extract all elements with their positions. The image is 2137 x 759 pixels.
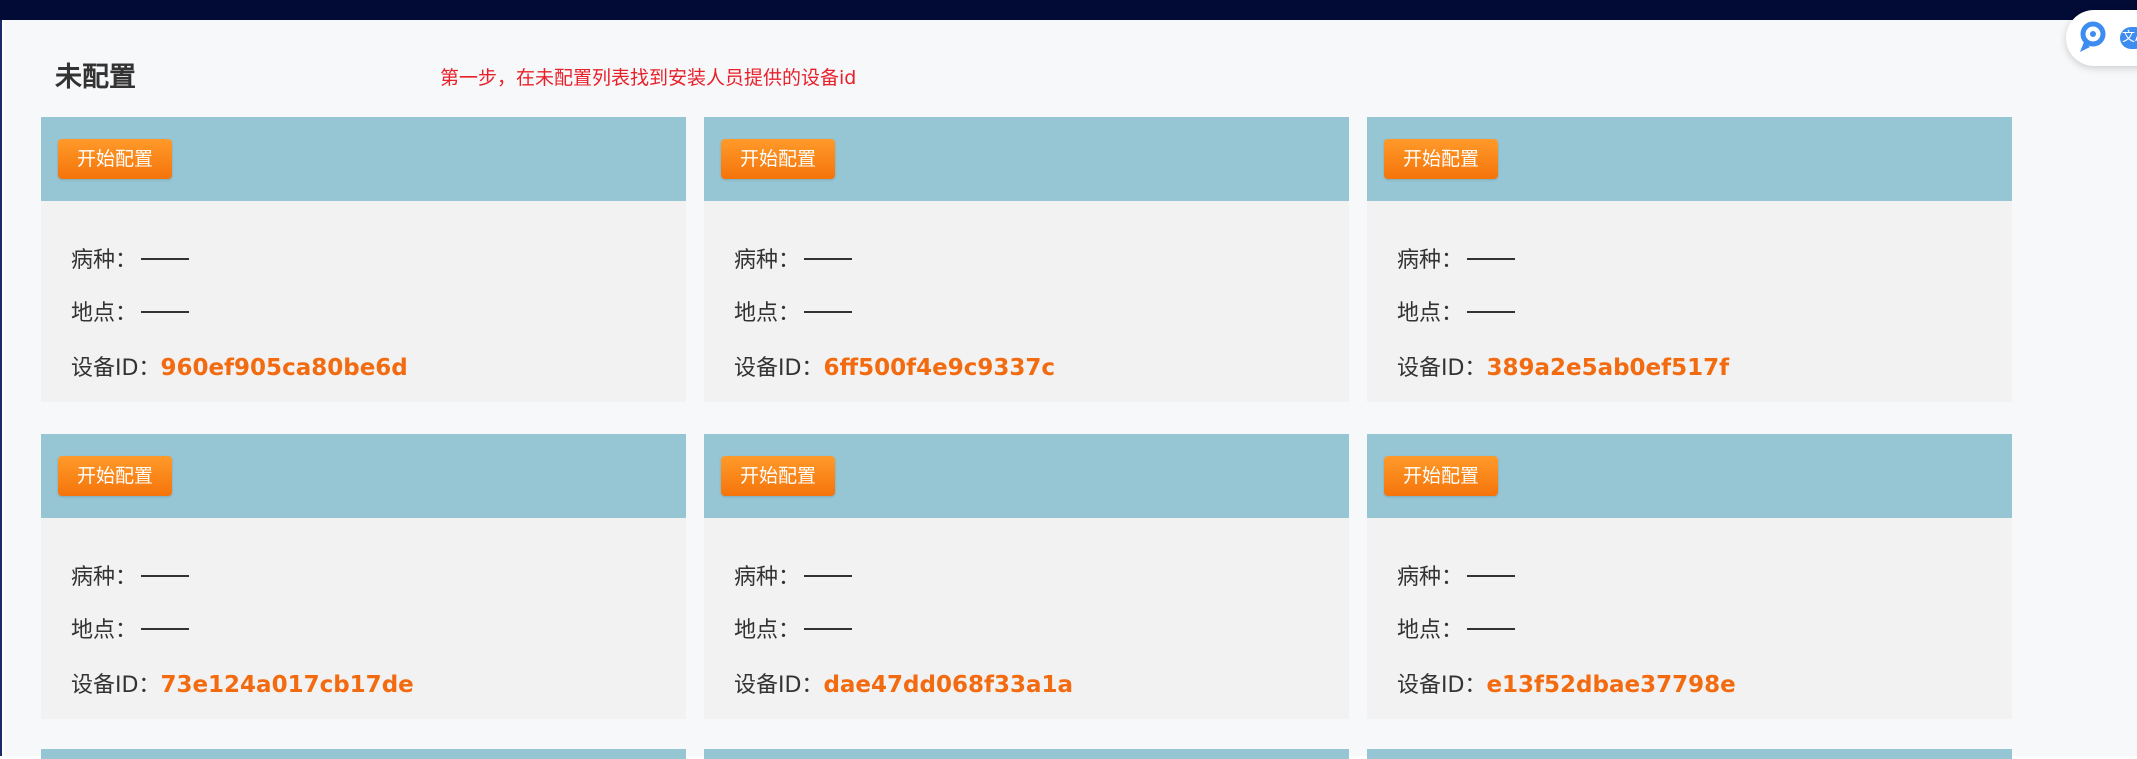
device-id-value: 960ef905ca80be6d <box>160 355 408 381</box>
next-card-header <box>41 749 686 759</box>
empty-value-dash <box>141 311 190 313</box>
empty-value-dash <box>1467 575 1516 577</box>
empty-value-dash <box>804 311 853 313</box>
disease-label: 病种： <box>71 565 138 590</box>
device-id-label: 设备ID： <box>71 673 161 698</box>
empty-value-dash <box>141 575 190 577</box>
disease-label: 病种： <box>71 248 138 273</box>
device-card: 开始配置 病种： 地点： 设备ID：6ff500f4e9c9337c <box>704 117 1349 402</box>
top-bar <box>0 0 2137 20</box>
empty-value-dash <box>804 575 853 577</box>
start-config-button[interactable]: 开始配置 <box>1384 456 1498 496</box>
device-id-value: e13f52dbae37798e <box>1486 672 1736 698</box>
disease-label: 病种： <box>734 565 801 590</box>
card-header: 开始配置 <box>1367 117 2012 201</box>
location-label: 地点： <box>1397 618 1464 643</box>
next-card-header <box>704 749 1349 759</box>
disease-label: 病种： <box>734 248 801 273</box>
empty-value-dash <box>804 628 853 630</box>
device-id-row: 设备ID：960ef905ca80be6d <box>71 354 408 383</box>
device-card: 开始配置 病种： 地点： 设备ID：dae47dd068f33a1a <box>704 434 1349 719</box>
empty-value-dash <box>1467 258 1516 260</box>
location-label: 地点： <box>1397 301 1464 326</box>
device-id-row: 设备ID：389a2e5ab0ef517f <box>1397 354 1729 383</box>
card-header: 开始配置 <box>704 434 1349 518</box>
left-border <box>0 20 2 756</box>
empty-value-dash <box>141 628 190 630</box>
disease-row: 病种： <box>734 247 853 275</box>
card-header: 开始配置 <box>1367 434 2012 518</box>
disease-row: 病种： <box>1397 247 1516 275</box>
start-config-button[interactable]: 开始配置 <box>721 456 835 496</box>
translate-icon[interactable]: 文A <box>2120 27 2137 49</box>
next-card-header <box>1367 749 2012 759</box>
device-id-label: 设备ID： <box>1397 356 1487 381</box>
location-row: 地点： <box>734 300 853 328</box>
device-card: 开始配置 病种： 地点： 设备ID：73e124a017cb17de <box>41 434 686 719</box>
location-row: 地点： <box>1397 617 1516 645</box>
empty-value-dash <box>1467 311 1516 313</box>
start-config-button[interactable]: 开始配置 <box>721 139 835 179</box>
device-id-row: 设备ID：e13f52dbae37798e <box>1397 671 1736 700</box>
floating-assistant-widget[interactable]: 文A <box>2066 10 2137 66</box>
disease-row: 病种： <box>71 564 190 592</box>
device-id-label: 设备ID： <box>71 356 161 381</box>
device-card: 开始配置 病种： 地点： 设备ID：e13f52dbae37798e <box>1367 434 2012 719</box>
device-id-value: 73e124a017cb17de <box>160 672 414 698</box>
disease-label: 病种： <box>1397 565 1464 590</box>
device-id-row: 设备ID：6ff500f4e9c9337c <box>734 354 1055 383</box>
disease-row: 病种： <box>1397 564 1516 592</box>
device-id-row: 设备ID：dae47dd068f33a1a <box>734 671 1073 700</box>
device-card: 开始配置 病种： 地点： 设备ID：389a2e5ab0ef517f <box>1367 117 2012 402</box>
location-row: 地点： <box>1397 300 1516 328</box>
empty-value-dash <box>1467 628 1516 630</box>
start-config-button[interactable]: 开始配置 <box>1384 139 1498 179</box>
device-id-label: 设备ID： <box>1397 673 1487 698</box>
device-id-label: 设备ID： <box>734 356 824 381</box>
device-id-label: 设备ID： <box>734 673 824 698</box>
disease-row: 病种： <box>71 247 190 275</box>
empty-value-dash <box>804 258 853 260</box>
start-config-button[interactable]: 开始配置 <box>58 139 172 179</box>
location-label: 地点： <box>71 301 138 326</box>
location-label: 地点： <box>71 618 138 643</box>
device-id-value: 6ff500f4e9c9337c <box>823 355 1055 381</box>
card-header: 开始配置 <box>41 434 686 518</box>
location-label: 地点： <box>734 618 801 643</box>
step-hint: 第一步，在未配置列表找到安装人员提供的设备id <box>440 67 857 89</box>
location-row: 地点： <box>734 617 853 645</box>
location-row: 地点： <box>71 617 190 645</box>
device-id-value: dae47dd068f33a1a <box>823 672 1074 698</box>
section-title: 未配置 <box>55 62 136 93</box>
disease-label: 病种： <box>1397 248 1464 273</box>
disease-row: 病种： <box>734 564 853 592</box>
device-id-value: 389a2e5ab0ef517f <box>1486 355 1730 381</box>
location-row: 地点： <box>71 300 190 328</box>
device-card: 开始配置 病种： 地点： 设备ID：960ef905ca80be6d <box>41 117 686 402</box>
empty-value-dash <box>141 258 190 260</box>
card-header: 开始配置 <box>704 117 1349 201</box>
card-header: 开始配置 <box>41 117 686 201</box>
device-id-row: 设备ID：73e124a017cb17de <box>71 671 414 700</box>
start-config-button[interactable]: 开始配置 <box>58 456 172 496</box>
assistant-logo-icon <box>2080 21 2106 52</box>
location-label: 地点： <box>734 301 801 326</box>
